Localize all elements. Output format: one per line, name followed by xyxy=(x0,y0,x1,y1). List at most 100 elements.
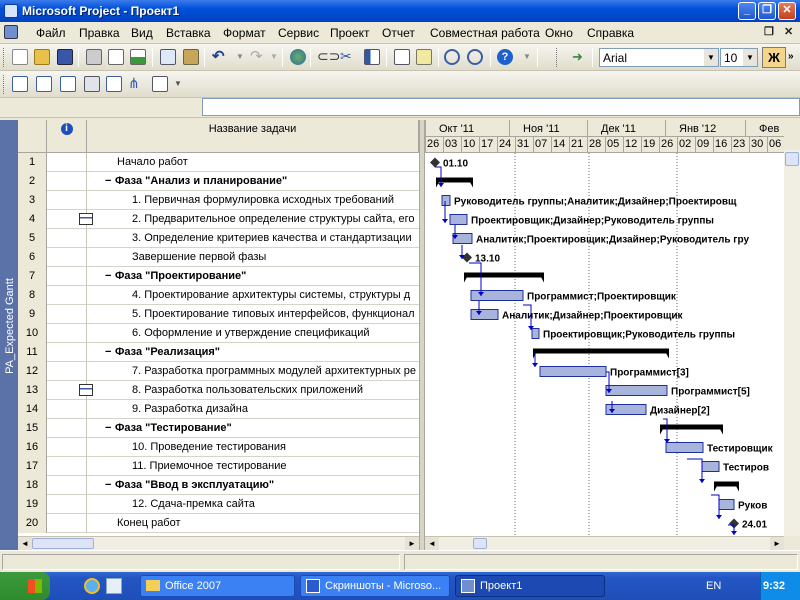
task-name-cell[interactable]: 6. Оформление и утверждение спецификаций xyxy=(87,324,419,343)
redo-dropdown-icon[interactable]: ▼ xyxy=(270,49,286,65)
table-row[interactable]: 5 3. Определение критериев качества и ста… xyxy=(18,229,419,248)
chevron-down-icon[interactable]: ▼ xyxy=(743,49,757,66)
indicator-cell[interactable] xyxy=(47,362,87,381)
indicator-cell[interactable] xyxy=(47,343,87,362)
menu-file[interactable]: Файл xyxy=(36,26,66,40)
table-row[interactable]: 13 8. Разработка пользовательских приложе… xyxy=(18,381,419,400)
internet-explorer-icon[interactable] xyxy=(84,578,100,594)
menu-tools[interactable]: Сервис xyxy=(278,26,319,40)
row-number[interactable]: 6 xyxy=(18,248,47,267)
gantt-expected-icon[interactable] xyxy=(60,76,76,92)
indicator-cell[interactable] xyxy=(47,324,87,343)
menu-collaborate[interactable]: Совместная работа xyxy=(430,26,540,40)
menu-report[interactable]: Отчет xyxy=(382,26,415,40)
indicator-cell[interactable] xyxy=(47,514,87,533)
table-row[interactable]: 4 2. Предварительное определение структур… xyxy=(18,210,419,229)
indicator-cell[interactable] xyxy=(47,153,87,172)
font-size-select[interactable]: 10 ▼ xyxy=(720,48,758,67)
help-icon[interactable]: ? xyxy=(497,49,513,65)
vertical-scrollbar[interactable] xyxy=(784,150,800,536)
row-number[interactable]: 9 xyxy=(18,305,47,324)
scroll-left-icon[interactable]: ◄ xyxy=(425,537,439,550)
language-indicator[interactable]: EN xyxy=(706,580,721,592)
globe-icon[interactable] xyxy=(290,49,306,65)
row-number[interactable]: 4 xyxy=(18,210,47,229)
task-name-cell[interactable]: 10. Проведение тестирования xyxy=(87,438,419,457)
doc-close-icon[interactable]: ✕ xyxy=(784,25,793,38)
row-number[interactable]: 1 xyxy=(18,153,47,172)
scroll-right-icon[interactable]: ► xyxy=(405,537,419,550)
indicator-cell[interactable] xyxy=(47,229,87,248)
task-name-cell[interactable]: Конец работ xyxy=(87,514,419,533)
minimize-button[interactable]: _ xyxy=(738,2,756,20)
restore-button[interactable]: ❐ xyxy=(758,2,776,20)
task-name-cell[interactable]: 4. Проектирование архитектуры системы, с… xyxy=(87,286,419,305)
zoom-in-icon[interactable] xyxy=(444,49,460,65)
unlink-tasks-icon[interactable]: ✂ xyxy=(340,49,356,65)
task-name-cell[interactable]: − Фаза "Анализ и планирование" xyxy=(87,172,419,191)
link-tasks-icon[interactable]: ⊂⊃ xyxy=(317,49,340,65)
task-name-cell[interactable]: 3. Определение критериев качества и стан… xyxy=(87,229,419,248)
row-number[interactable]: 16 xyxy=(18,438,47,457)
row-number[interactable]: 20 xyxy=(18,514,47,533)
indicator-cell[interactable] xyxy=(47,400,87,419)
table-row[interactable]: 1 Начало работ xyxy=(18,153,419,172)
indent-arrow-icon[interactable]: ➜ xyxy=(572,49,588,65)
collapse-icon[interactable]: − xyxy=(105,267,115,285)
task-name-cell[interactable]: 7. Разработка программных модулей архите… xyxy=(87,362,419,381)
show-desktop-icon[interactable] xyxy=(106,578,122,594)
table-row[interactable]: 16 10. Проведение тестирования xyxy=(18,438,419,457)
indicator-cell[interactable] xyxy=(47,476,87,495)
grid-icon[interactable] xyxy=(152,76,168,92)
scroll-left-icon[interactable]: ◄ xyxy=(18,537,32,550)
toolbar-overflow-icon[interactable]: » xyxy=(788,49,798,65)
task-name-cell[interactable]: − Фаза "Проектирование" xyxy=(87,267,419,286)
row-number[interactable]: 13 xyxy=(18,381,47,400)
task-name-cell[interactable]: − Фаза "Тестирование" xyxy=(87,419,419,438)
table-hscrollbar[interactable]: ◄ ► xyxy=(18,536,419,550)
table-row[interactable]: 18 − Фаза "Ввод в эксплуатацию" xyxy=(18,476,419,495)
row-number[interactable]: 14 xyxy=(18,400,47,419)
menu-edit[interactable]: Правка xyxy=(79,26,120,40)
task-name-cell[interactable]: 5. Проектирование типовых интерфейсов, ф… xyxy=(87,305,419,324)
row-number[interactable]: 12 xyxy=(18,362,47,381)
menu-view[interactable]: Вид xyxy=(131,26,153,40)
print-icon[interactable] xyxy=(86,49,102,65)
open-folder-icon[interactable] xyxy=(34,49,50,65)
task-name-cell[interactable]: 1. Первичная формулировка исходных требо… xyxy=(87,191,419,210)
indicator-cell[interactable] xyxy=(47,191,87,210)
task-name-cell[interactable]: 12. Сдача-премка сайта xyxy=(87,495,419,514)
scroll-thumb[interactable] xyxy=(473,538,487,549)
row-number[interactable]: 8 xyxy=(18,286,47,305)
table-row[interactable]: 8 4. Проектирование архитектуры системы, … xyxy=(18,286,419,305)
row-number[interactable]: 2 xyxy=(18,172,47,191)
table-row[interactable]: 12 7. Разработка программных модулей архи… xyxy=(18,362,419,381)
task-name-cell[interactable]: 11. Приемочное тестирование xyxy=(87,457,419,476)
table-row[interactable]: 10 6. Оформление и утверждение спецификац… xyxy=(18,324,419,343)
menu-format[interactable]: Формат xyxy=(223,26,266,40)
indicators-header[interactable]: i xyxy=(47,120,87,153)
indicator-cell[interactable] xyxy=(47,286,87,305)
task-name-cell[interactable]: 8. Разработка пользовательских приложени… xyxy=(87,381,419,400)
collapse-icon[interactable]: − xyxy=(105,172,115,190)
collapse-icon[interactable]: − xyxy=(105,476,115,494)
gantt-optimistic-icon[interactable] xyxy=(36,76,52,92)
toolbar-options-icon[interactable]: ▼ xyxy=(174,76,190,92)
task-name-cell[interactable]: − Фаза "Реализация" xyxy=(87,343,419,362)
split-task-icon[interactable] xyxy=(364,49,380,65)
row-number[interactable]: 18 xyxy=(18,476,47,495)
scroll-thumb[interactable] xyxy=(32,538,94,549)
indicator-cell[interactable] xyxy=(47,248,87,267)
chevron-down-icon[interactable]: ▼ xyxy=(704,49,718,66)
indicator-cell[interactable] xyxy=(47,267,87,286)
indicator-cell[interactable] xyxy=(47,457,87,476)
print-preview-icon[interactable] xyxy=(108,49,124,65)
table-row[interactable]: 15 − Фаза "Тестирование" xyxy=(18,419,419,438)
indicator-cell[interactable] xyxy=(47,419,87,438)
entry-field[interactable] xyxy=(202,98,800,116)
calculator-icon[interactable] xyxy=(84,76,100,92)
indicator-cell[interactable] xyxy=(47,495,87,514)
table-view-icon[interactable] xyxy=(12,76,28,92)
table-row[interactable]: 2 − Фаза "Анализ и планирование" xyxy=(18,172,419,191)
zoom-out-icon[interactable] xyxy=(467,49,483,65)
